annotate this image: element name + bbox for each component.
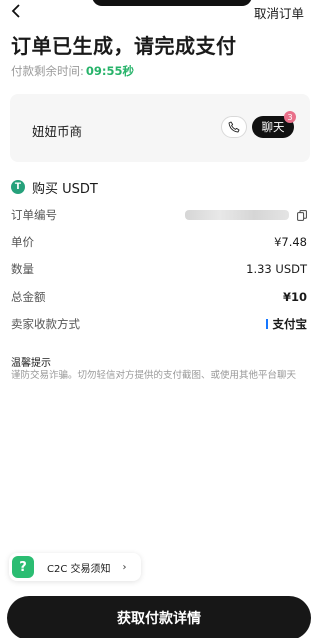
back-arrow-icon — [11, 4, 20, 18]
copy-icon — [297, 209, 307, 221]
total-amount-label: 总金额 — [11, 290, 46, 304]
copy-button[interactable] — [297, 209, 307, 221]
page-title: 订单已生成，请完成支付 — [11, 34, 237, 58]
cancel-order-button[interactable]: 取消订单 — [254, 3, 304, 22]
unit-price-row: 单价 ¥7.48 — [11, 233, 307, 251]
buy-label: 购买 USDT — [32, 181, 98, 197]
quantity-label: 数量 — [11, 262, 34, 276]
tips-text: 谨防交易诈骗。切勿轻信对方提供的支付截图、或使用其他平台聊天 — [11, 370, 297, 381]
unit-price-value: ¥7.48 — [274, 235, 307, 249]
chevron-right-icon: › — [122, 561, 127, 573]
order-number-blurred — [185, 210, 289, 220]
unit-price-label: 单价 — [11, 235, 34, 249]
top-bar: 取消订单 — [0, 0, 322, 24]
quantity-value: 1.33 USDT — [246, 262, 307, 276]
total-amount-value: ¥10 — [282, 290, 307, 304]
phone-icon — [228, 121, 240, 133]
merchant-name: 妞妞币商 — [32, 124, 83, 139]
payment-method-label: 卖家收款方式 — [11, 317, 80, 331]
buy-asset-row: T 购买 USDT — [11, 178, 98, 197]
call-button[interactable] — [221, 116, 247, 138]
unread-badge: 3 — [284, 111, 296, 123]
payment-method-row: 卖家收款方式 支付宝 — [11, 315, 307, 333]
quantity-row: 数量 1.33 USDT — [11, 260, 307, 278]
get-payment-details-button[interactable]: 获取付款详情 — [7, 596, 311, 638]
order-number-label: 订单编号 — [11, 208, 57, 222]
c2c-notice-label: C2C 交易须知 — [47, 563, 111, 575]
timer-value: 09:55秒 — [85, 64, 134, 78]
usdt-icon: T — [11, 180, 25, 194]
tips-title: 温馨提示 — [11, 358, 51, 369]
payment-method-value: 支付宝 — [265, 316, 308, 332]
back-button[interactable] — [6, 0, 26, 22]
order-number-row: 订单编号 — [11, 206, 307, 224]
c2c-notice-button[interactable]: ? C2C 交易须知 › — [9, 553, 141, 581]
total-amount-row: 总金额 ¥10 — [11, 288, 307, 306]
payment-timer: 付款剩余时间: 09:55秒 — [11, 63, 134, 79]
merchant-card: 妞妞币商 聊天 3 — [10, 94, 310, 162]
payment-method-name: 支付宝 — [272, 317, 308, 331]
alipay-marker — [265, 319, 268, 329]
help-icon: ? — [12, 556, 34, 578]
timer-label: 付款剩余时间: — [11, 64, 84, 78]
order-number-value — [185, 209, 307, 221]
